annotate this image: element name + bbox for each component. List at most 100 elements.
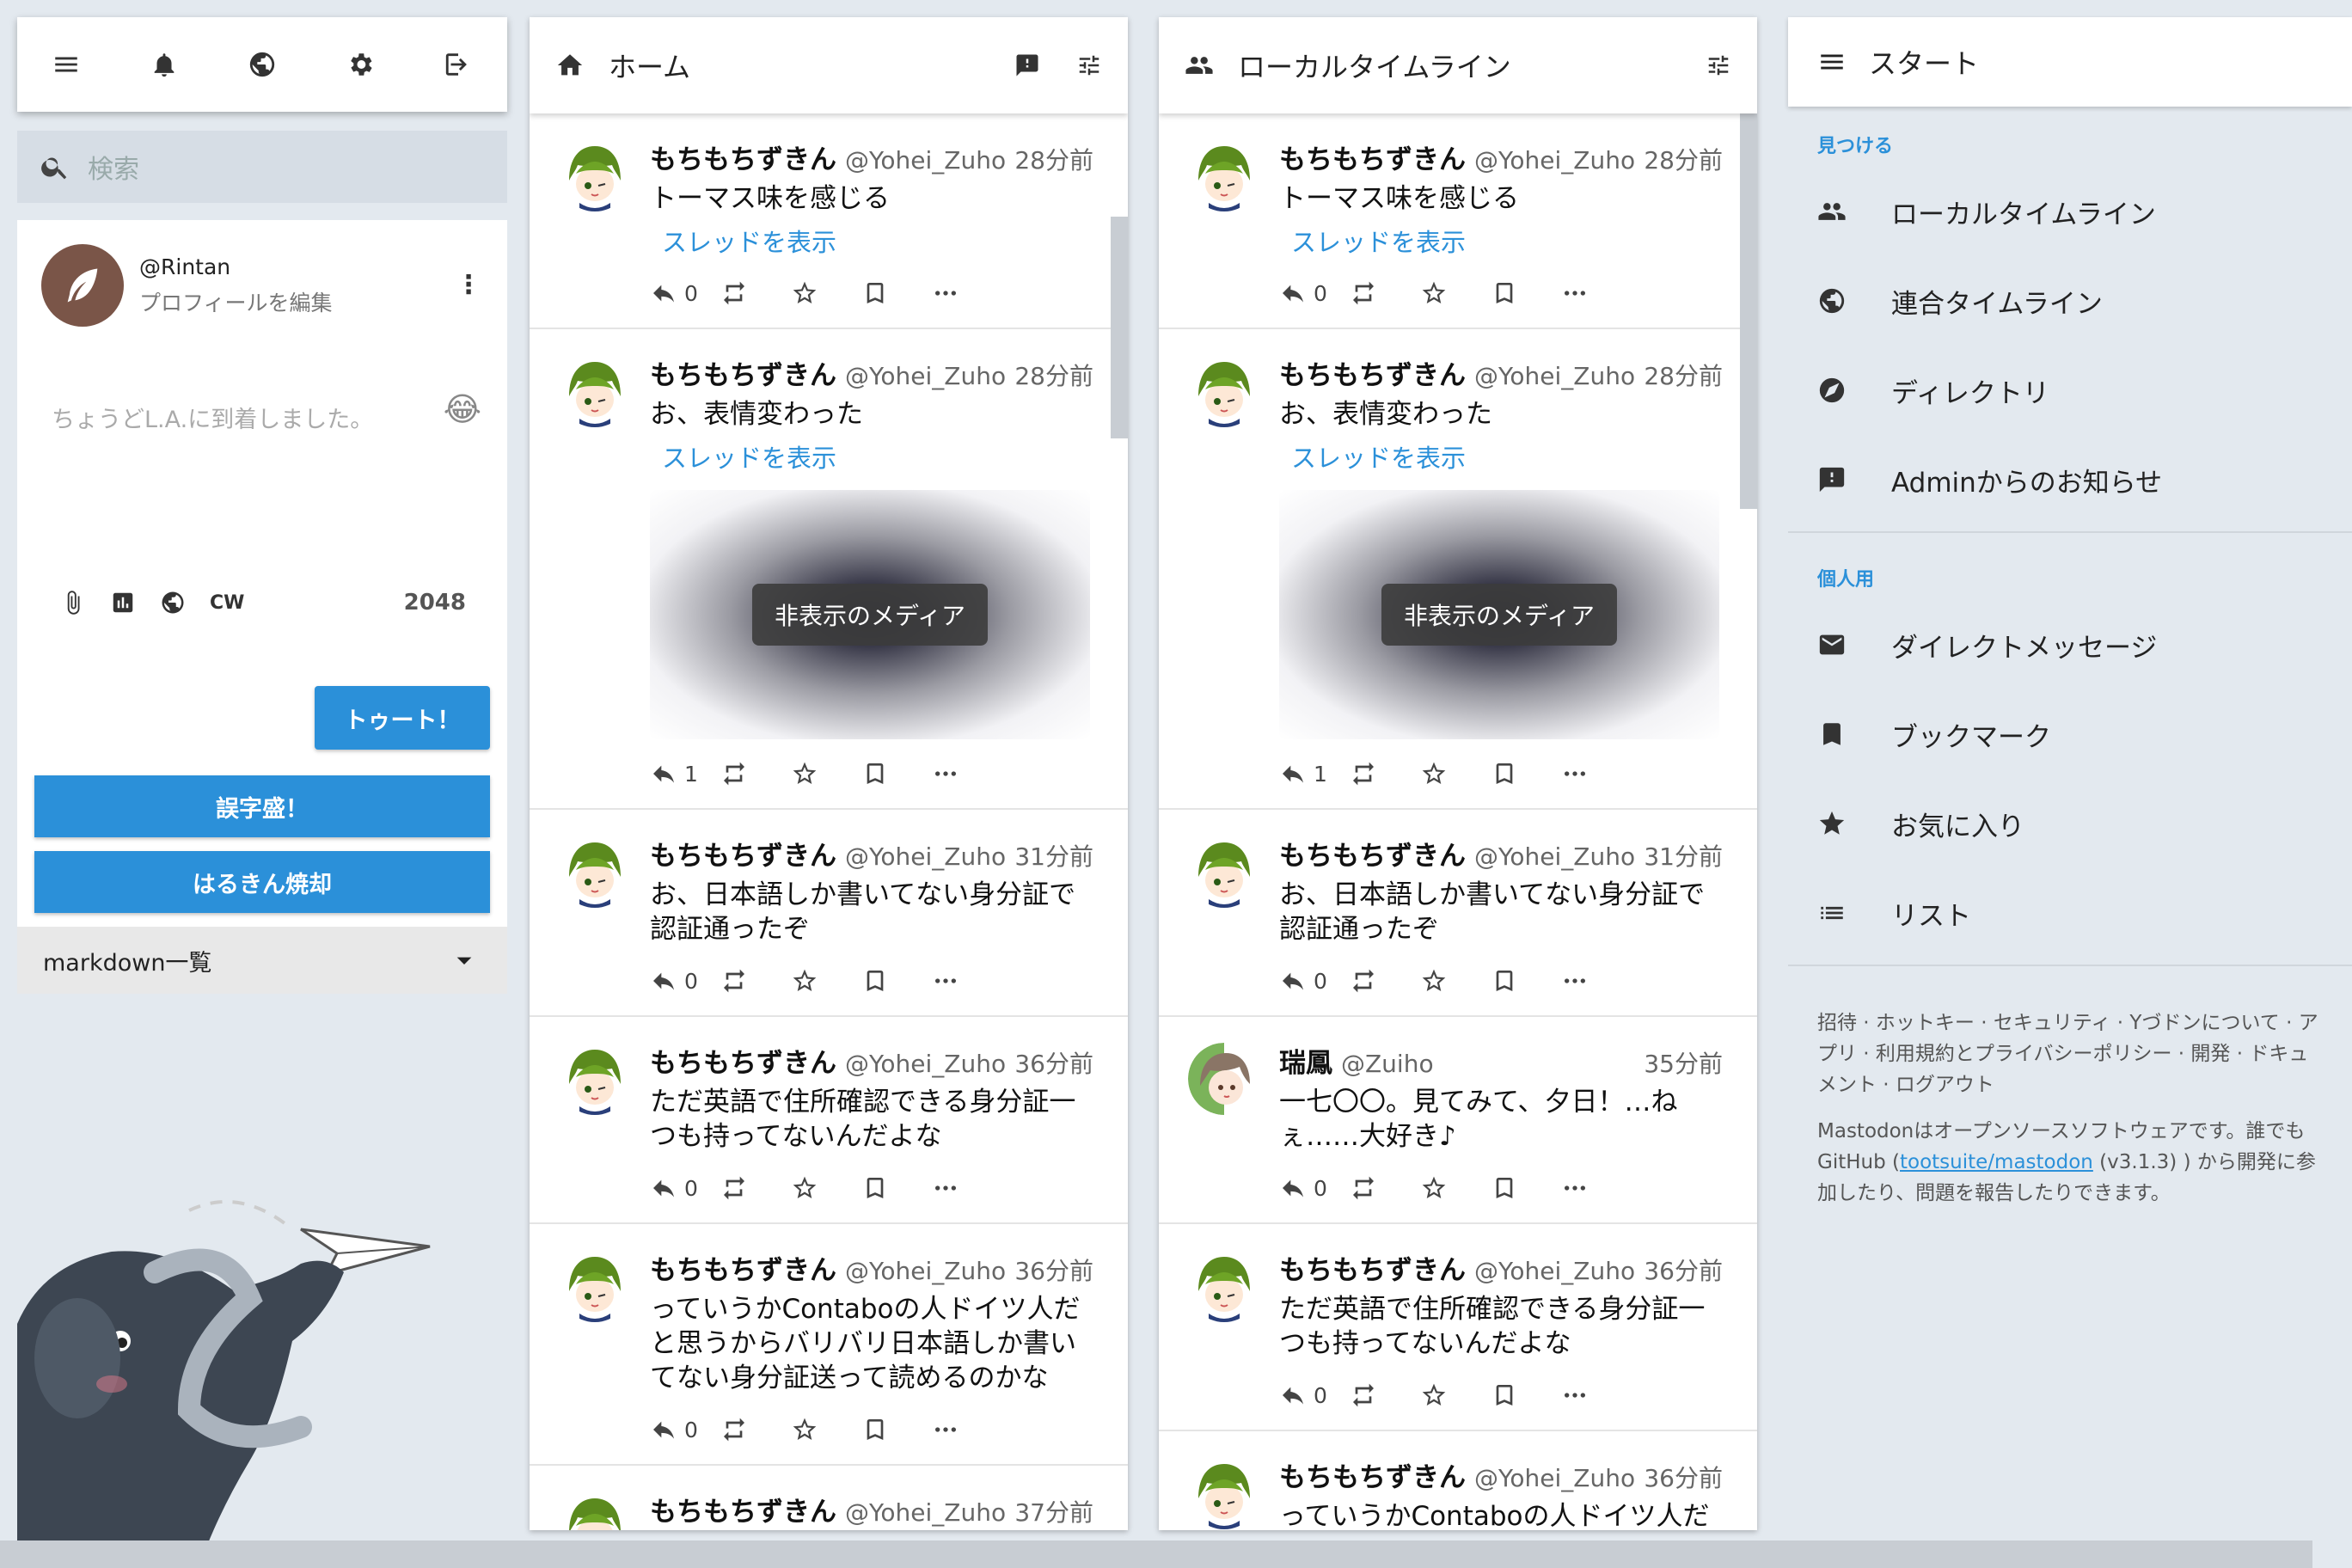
status-list[interactable]: もちもちずきん @Yohei_Zuho 28分前 トーマス味を感じる スレッドを表示 0 も… xyxy=(530,113,1128,1530)
avatar[interactable] xyxy=(1188,836,1260,908)
status-item[interactable]: もちもちずきん @Yohei_Zuho 31分前 お、日本語しか書いてない身分証で認証… xyxy=(530,810,1128,1017)
timestamp[interactable]: 31分前 xyxy=(1014,838,1093,873)
logout-icon[interactable] xyxy=(444,50,473,79)
display-name[interactable]: もちもちずきん xyxy=(1279,138,1466,176)
avatar[interactable] xyxy=(1188,1457,1260,1529)
avatar[interactable] xyxy=(559,1043,631,1115)
hidden-media-label[interactable]: 非表示のメディア xyxy=(751,584,989,646)
nav-link[interactable]: リスト xyxy=(1788,868,2352,958)
column-settings-icon[interactable] xyxy=(1706,52,1731,78)
custom-button-1[interactable]: 誤字盛！ xyxy=(34,775,490,837)
more-button[interactable] xyxy=(1561,279,1632,307)
boost-button[interactable] xyxy=(1350,1174,1420,1202)
column-header-home[interactable]: ホーム xyxy=(530,17,1128,113)
favourite-button[interactable] xyxy=(791,279,861,307)
reply-button[interactable]: 1 xyxy=(1279,760,1350,787)
account-handle[interactable]: @Zuiho xyxy=(1341,1050,1644,1078)
avatar[interactable] xyxy=(559,139,631,211)
gear-icon[interactable] xyxy=(346,50,375,79)
avatar[interactable] xyxy=(1188,139,1260,211)
column-settings-icon[interactable] xyxy=(1076,52,1102,78)
favourite-button[interactable] xyxy=(1420,1174,1491,1202)
status-item[interactable]: もちもちずきん @Yohei_Zuho 28分前 お、表情変わった スレッドを表示 非表示… xyxy=(1159,329,1757,810)
bell-icon[interactable] xyxy=(150,50,179,79)
bookmark-button[interactable] xyxy=(861,760,932,787)
more-button[interactable] xyxy=(932,1416,1002,1443)
status-item[interactable]: もちもちずきん @Yohei_Zuho 28分前 お、表情変わった スレッドを表示 非表示… xyxy=(530,329,1128,810)
avatar[interactable] xyxy=(559,1491,631,1530)
emoji-picker-icon[interactable]: 😂 xyxy=(444,390,481,428)
timestamp[interactable]: 35分前 xyxy=(1644,1045,1723,1080)
display-name[interactable]: もちもちずきん xyxy=(650,138,836,176)
display-name[interactable]: もちもちずきん xyxy=(1279,1248,1466,1287)
attach-icon[interactable] xyxy=(60,590,86,616)
reply-button[interactable]: 0 xyxy=(1279,1381,1350,1409)
boost-button[interactable] xyxy=(1350,760,1420,787)
edit-profile-link[interactable]: プロフィールを編集 xyxy=(139,286,333,317)
display-name[interactable]: もちもちずきん xyxy=(1279,834,1466,873)
cw-button[interactable]: CW xyxy=(210,592,244,614)
kebab-menu-icon[interactable]: ⋮ xyxy=(456,270,481,300)
reply-button[interactable]: 0 xyxy=(650,279,720,307)
reply-button[interactable]: 1 xyxy=(650,760,720,787)
bookmark-button[interactable] xyxy=(1491,967,1561,995)
timestamp[interactable]: 36分前 xyxy=(1644,1253,1723,1287)
globe-icon[interactable] xyxy=(248,50,277,79)
nav-link[interactable]: ディレクトリ xyxy=(1788,346,2352,435)
favourite-button[interactable] xyxy=(1420,1381,1491,1409)
status-item[interactable]: もちもちずきん @Yohei_Zuho 36分前 ただ英語で住所確認できる身分証一つも… xyxy=(1159,1224,1757,1431)
hidden-media-label[interactable]: 非表示のメディア xyxy=(1381,584,1618,646)
status-list[interactable]: もちもちずきん @Yohei_Zuho 28分前 トーマス味を感じる スレッドを表示 0 も… xyxy=(1159,113,1757,1530)
status-item[interactable]: もちもちずきん @Yohei_Zuho 36分前 ただ英語で住所確認できる身分証一つも… xyxy=(530,1017,1128,1224)
favourite-button[interactable] xyxy=(791,760,861,787)
nav-link[interactable]: ダイレクトメッセージ xyxy=(1788,600,2352,689)
show-thread-link[interactable]: スレッドを表示 xyxy=(1291,438,1723,475)
search-input[interactable]: 検索 xyxy=(17,131,507,203)
account-handle[interactable]: @Yohei_Zuho xyxy=(845,146,1014,175)
avatar[interactable] xyxy=(1188,1043,1260,1115)
more-button[interactable] xyxy=(1561,760,1632,787)
horizontal-scrollbar[interactable] xyxy=(0,1540,2312,1568)
boost-button[interactable] xyxy=(720,1416,791,1443)
nav-link[interactable]: ブックマーク xyxy=(1788,689,2352,779)
timestamp[interactable]: 36分前 xyxy=(1014,1045,1093,1080)
account-handle[interactable]: @Yohei_Zuho xyxy=(1474,362,1644,390)
account-handle[interactable]: @Yohei_Zuho xyxy=(845,1257,1014,1285)
reply-button[interactable]: 0 xyxy=(650,967,720,995)
status-item[interactable]: もちもちずきん @Yohei_Zuho 28分前 トーマス味を感じる スレッドを表示 0 xyxy=(530,113,1128,329)
sensitive-media[interactable]: 非表示のメディア xyxy=(1279,490,1719,739)
sensitive-media[interactable]: 非表示のメディア xyxy=(650,490,1090,739)
markdown-dropdown[interactable]: markdown一覧 xyxy=(17,927,507,994)
poll-icon[interactable] xyxy=(110,590,136,616)
reply-button[interactable]: 0 xyxy=(650,1416,720,1443)
boost-button[interactable] xyxy=(720,279,791,307)
github-repo-link[interactable]: tootsuite/mastodon xyxy=(1900,1151,2093,1173)
more-button[interactable] xyxy=(932,760,1002,787)
scrollbar[interactable] xyxy=(1111,217,1128,438)
display-name[interactable]: 瑞鳳 xyxy=(1279,1041,1332,1080)
more-button[interactable] xyxy=(932,1174,1002,1202)
account-handle[interactable]: @Yohei_Zuho xyxy=(1474,146,1644,175)
favourite-button[interactable] xyxy=(791,1174,861,1202)
boost-button[interactable] xyxy=(1350,1381,1420,1409)
account-handle[interactable]: @Yohei_Zuho xyxy=(845,842,1014,871)
avatar[interactable] xyxy=(559,1250,631,1322)
reply-button[interactable]: 0 xyxy=(1279,1174,1350,1202)
more-button[interactable] xyxy=(932,279,1002,307)
timestamp[interactable]: 31分前 xyxy=(1644,838,1723,873)
display-name[interactable]: もちもちずきん xyxy=(650,353,836,392)
account-handle[interactable]: @Yohei_Zuho xyxy=(845,362,1014,390)
status-item[interactable]: もちもちずきん@Yohei_Zuho37分前KVMかな？ xyxy=(530,1466,1128,1530)
account-handle[interactable]: @Yohei_Zuho xyxy=(845,1050,1014,1078)
boost-button[interactable] xyxy=(720,1174,791,1202)
boost-button[interactable] xyxy=(1350,967,1420,995)
account-summary[interactable]: @Rintan プロフィールを編集 xyxy=(41,244,333,327)
bookmark-button[interactable] xyxy=(861,967,932,995)
favourite-button[interactable] xyxy=(1420,279,1491,307)
compose-textarea[interactable]: ちょうどL.A.に到着しました。 xyxy=(52,401,373,434)
show-thread-link[interactable]: スレッドを表示 xyxy=(662,438,1093,475)
account-handle[interactable]: @Yohei_Zuho xyxy=(1474,842,1644,871)
avatar[interactable] xyxy=(1188,1250,1260,1322)
display-name[interactable]: もちもちずきん xyxy=(1279,353,1466,392)
column-header-local[interactable]: ローカルタイムライン xyxy=(1159,17,1757,113)
